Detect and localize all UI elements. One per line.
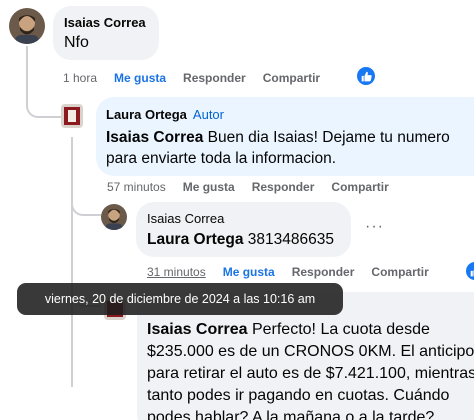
comment-author[interactable]: Isaias Correa — [64, 15, 146, 30]
comment-author[interactable]: Laura Ortega — [106, 107, 187, 122]
share-button[interactable]: Compartir — [263, 71, 320, 85]
comment-bubble-1: Isaias Correa Nfo — [53, 6, 159, 60]
avatar-laura[interactable] — [61, 104, 83, 128]
timestamp-tooltip: viernes, 20 de diciembre de 2024 a las 1… — [17, 283, 343, 315]
avatar-isaias-reply[interactable] — [101, 204, 127, 230]
comment-body: 3813486635 — [243, 231, 334, 248]
reply-button[interactable]: Responder — [252, 180, 315, 194]
comment-text: Nfo — [64, 34, 89, 51]
comment-timestamp[interactable]: 57 minutos — [107, 180, 166, 194]
comment-actions-3: 31 minutos Me gusta Responder Compartir — [147, 265, 446, 279]
like-button[interactable]: Me gusta — [114, 71, 166, 85]
like-button[interactable]: Me gusta — [223, 265, 275, 279]
share-button[interactable]: Compartir — [371, 265, 428, 279]
comment-text: Isaias Correa Perfecto! La cuota desde $… — [147, 319, 474, 420]
comment-author[interactable]: Isaias Correa — [147, 211, 224, 226]
comment-timestamp[interactable]: 31 minutos — [147, 265, 206, 279]
comment-timestamp[interactable]: 1 hora — [63, 71, 97, 85]
mention-link[interactable]: Isaias Correa — [106, 129, 203, 146]
mention-link[interactable]: Isaias Correa — [147, 321, 248, 338]
comment-text: Isaias Correa Buen dia Isaias! Dejame tu… — [106, 127, 468, 169]
share-button[interactable]: Compartir — [331, 180, 388, 194]
comment-bubble-3: Isaias Correa Laura Ortega 3813486635 — [136, 202, 351, 257]
thread-connector-reply-2 — [71, 196, 101, 216]
like-button[interactable]: Me gusta — [183, 180, 235, 194]
comment-actions-1: 1 hora Me gusta Responder Compartir — [63, 71, 337, 85]
avatar-image — [101, 204, 127, 230]
author-badge: Autor — [192, 107, 224, 122]
thread-connector-reply-1 — [26, 90, 62, 118]
avatar-image — [9, 8, 45, 44]
comment-text: Laura Ortega 3813486635 — [147, 230, 334, 250]
avatar-image — [61, 104, 83, 128]
comment-bubble-2: Laura Ortega Autor Isaias Correa Buen dia… — [96, 97, 474, 176]
avatar-isaias[interactable] — [9, 8, 45, 44]
comment-actions-2: 57 minutos Me gusta Responder Compartir — [107, 180, 406, 194]
mention-link[interactable]: Laura Ortega — [147, 231, 243, 248]
thread-line-main — [26, 46, 28, 96]
reply-button[interactable]: Responder — [292, 265, 355, 279]
more-options-button[interactable]: ··· — [365, 218, 384, 236]
reply-button[interactable]: Responder — [183, 71, 246, 85]
thumbs-up-icon[interactable] — [466, 262, 474, 280]
thread-line-reply — [71, 137, 73, 387]
thumbs-up-icon[interactable] — [357, 67, 375, 85]
